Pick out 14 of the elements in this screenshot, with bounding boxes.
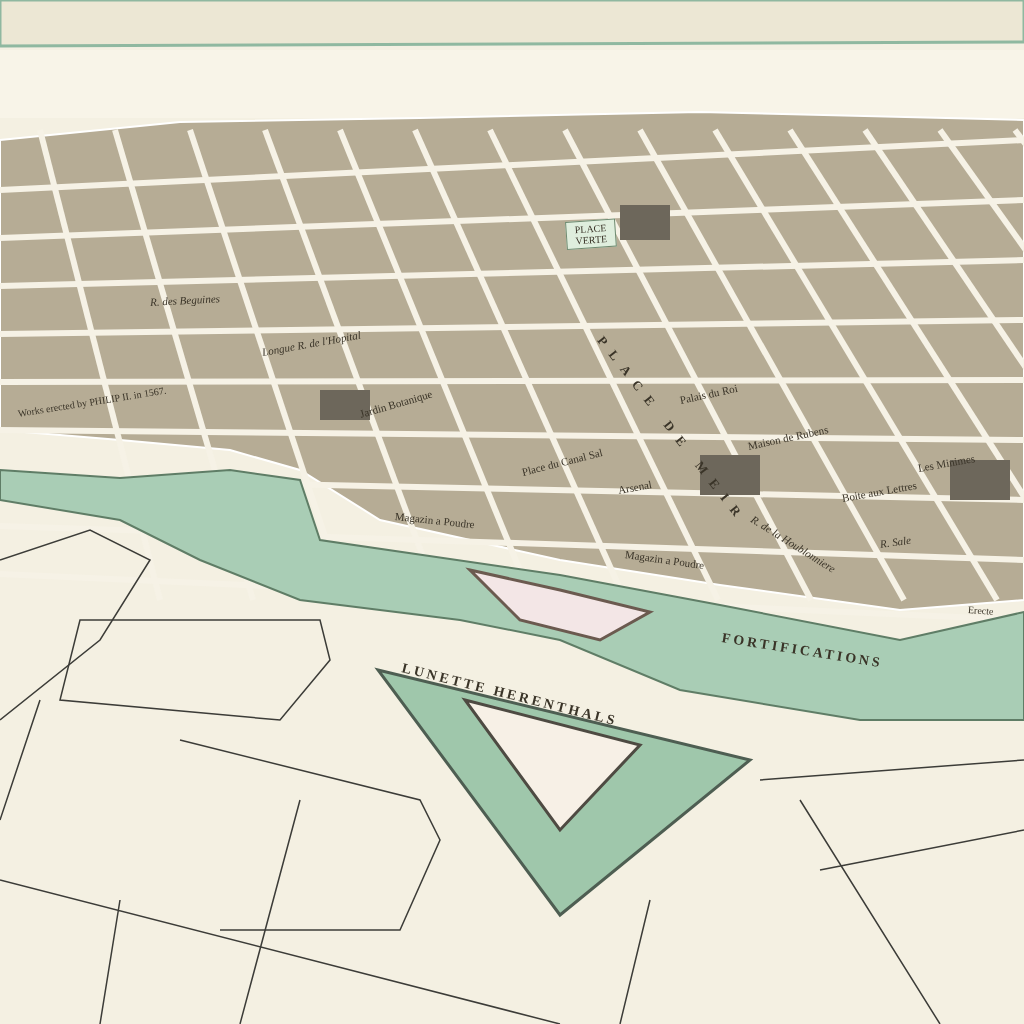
map-label: Place du Canal Sal <box>520 446 604 478</box>
map-label: Jardin Botanique <box>358 387 434 420</box>
map-label: R. Sale <box>879 533 912 550</box>
map-label: Longue R. de l'Hopital <box>260 328 362 358</box>
map-label: R. des Beguines <box>149 292 221 308</box>
map-label: Magazin a Poudre <box>394 510 476 531</box>
map-label: Maison de Rubens <box>746 423 830 452</box>
map-label: Magazin a Poudre <box>624 548 706 572</box>
map-label: Les Minimes <box>916 452 976 474</box>
map-label: Works erected by PHILIP II. in 1567. <box>17 384 167 419</box>
map-label: Arsenal <box>616 478 653 496</box>
map-label: Erecte <box>967 604 995 619</box>
map-label: Palais du Roi <box>678 381 739 406</box>
map-label: Boite aux Lettres <box>840 478 918 504</box>
